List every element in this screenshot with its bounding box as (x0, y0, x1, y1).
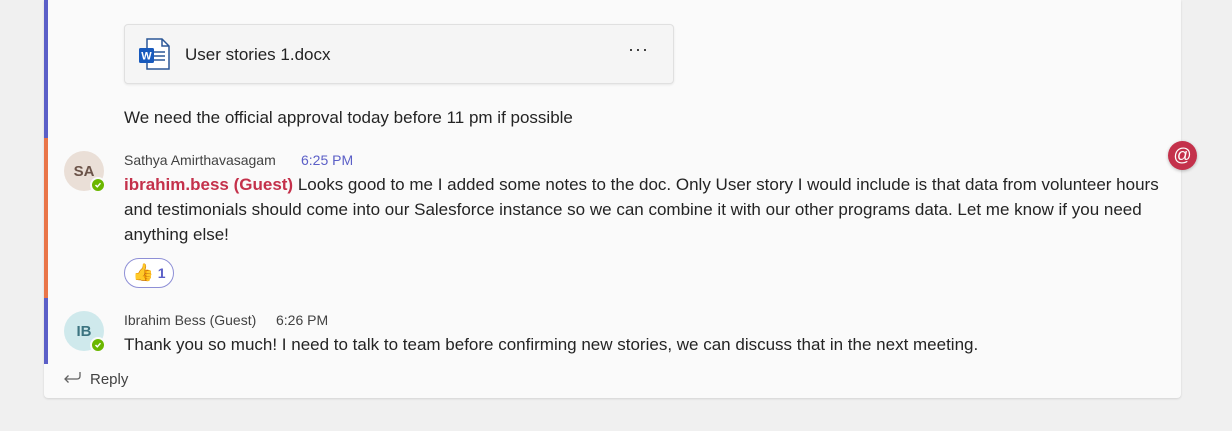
file-name[interactable]: User stories 1.docx (185, 45, 331, 65)
word-doc-icon: W (137, 37, 171, 71)
sender-name[interactable]: Ibrahim Bess (Guest) (124, 312, 256, 328)
file-attachment-card[interactable]: W User stories 1.docx ··· (124, 24, 674, 84)
reply-arrow-icon (62, 370, 82, 389)
message-text: We need the official approval today befo… (124, 108, 573, 127)
avatar-initials: SA (73, 162, 95, 180)
avatar[interactable]: IB (64, 311, 106, 353)
reply-label: Reply (90, 371, 129, 388)
avatar[interactable]: SA (64, 151, 106, 193)
message-timestamp: 6:25 PM (301, 152, 354, 168)
sender-name[interactable]: Sathya Amirthavasagam (124, 152, 276, 168)
message-body: ibrahim.bess (Guest) Looks good to me I … (124, 172, 1164, 247)
thread-accent-bar (44, 298, 48, 364)
thread-accent-bar (44, 0, 48, 138)
more-options-button[interactable]: ··· (628, 39, 649, 60)
avatar-initials: IB (76, 322, 92, 340)
presence-available-icon (90, 337, 106, 353)
conversation-thread: W User stories 1.docx ··· We need the of… (44, 0, 1181, 398)
user-mention[interactable]: ibrahim.bess (Guest) (124, 175, 293, 194)
message-timestamp: 6:26 PM (276, 312, 329, 328)
mention-accent-bar (44, 138, 48, 298)
svg-text:W: W (141, 51, 152, 63)
reply-button[interactable]: Reply (62, 370, 128, 389)
reaction-count: 1 (157, 265, 166, 281)
reaction-like[interactable]: 👍 1 (124, 258, 174, 288)
thumbs-up-icon: 👍 (132, 263, 154, 282)
message-text: Thank you so much! I need to talk to tea… (124, 335, 979, 354)
presence-available-icon (90, 177, 106, 193)
mention-badge-icon[interactable]: @ (1168, 141, 1197, 170)
